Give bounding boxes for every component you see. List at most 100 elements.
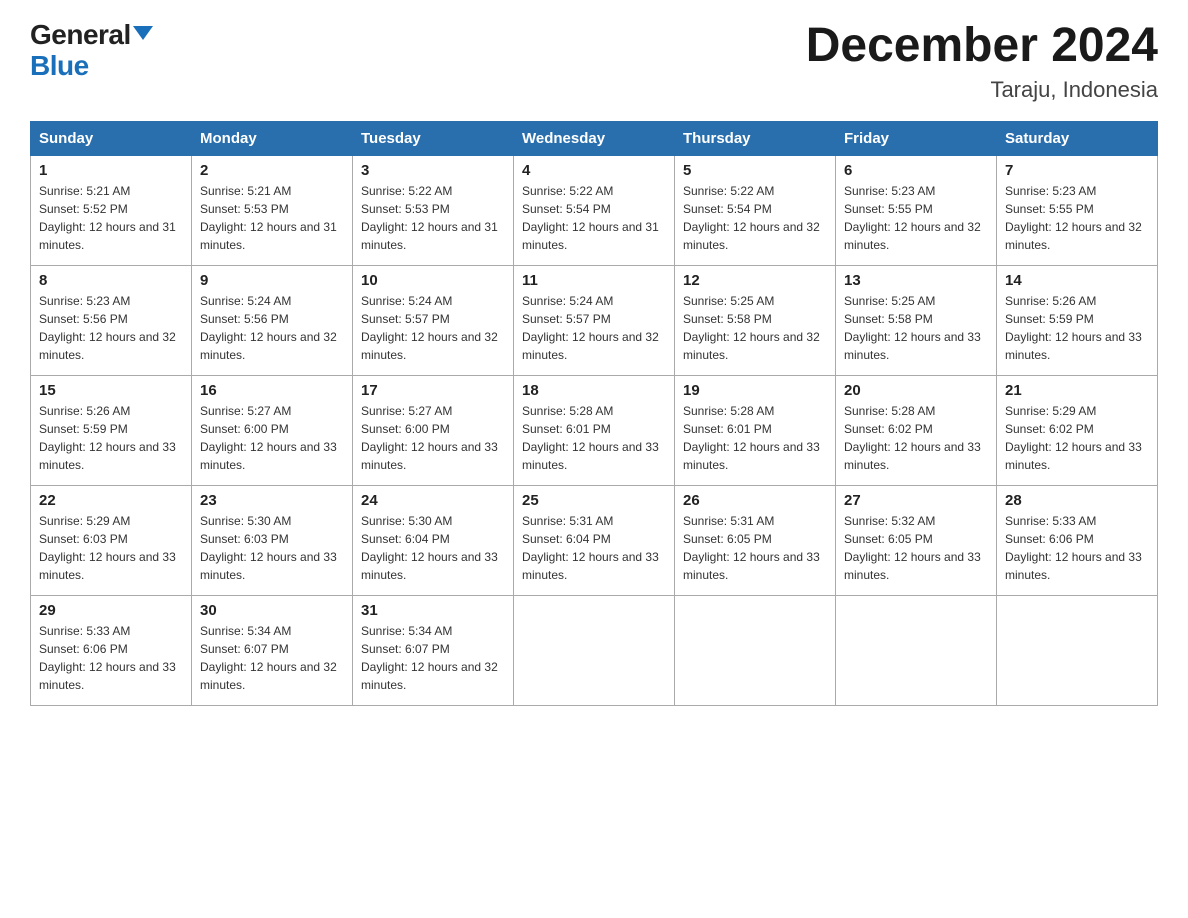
day-info: Sunrise: 5:24 AMSunset: 5:57 PMDaylight:… bbox=[522, 294, 659, 362]
day-info: Sunrise: 5:28 AMSunset: 6:01 PMDaylight:… bbox=[522, 404, 659, 472]
day-number: 18 bbox=[522, 382, 666, 399]
day-number: 2 bbox=[200, 162, 344, 179]
page-header: General Blue December 2024 Taraju, Indon… bbox=[30, 20, 1158, 103]
day-number: 1 bbox=[39, 162, 183, 179]
day-info: Sunrise: 5:27 AMSunset: 6:00 PMDaylight:… bbox=[361, 404, 498, 472]
day-cell: 7 Sunrise: 5:23 AMSunset: 5:55 PMDayligh… bbox=[997, 155, 1158, 265]
day-cell bbox=[836, 595, 997, 705]
header-saturday: Saturday bbox=[997, 121, 1158, 155]
day-info: Sunrise: 5:30 AMSunset: 6:04 PMDaylight:… bbox=[361, 514, 498, 582]
day-number: 20 bbox=[844, 382, 988, 399]
day-number: 5 bbox=[683, 162, 827, 179]
location-subtitle: Taraju, Indonesia bbox=[806, 77, 1158, 103]
day-cell: 16 Sunrise: 5:27 AMSunset: 6:00 PMDaylig… bbox=[192, 375, 353, 485]
day-cell: 12 Sunrise: 5:25 AMSunset: 5:58 PMDaylig… bbox=[675, 265, 836, 375]
day-cell: 30 Sunrise: 5:34 AMSunset: 6:07 PMDaylig… bbox=[192, 595, 353, 705]
day-info: Sunrise: 5:31 AMSunset: 6:04 PMDaylight:… bbox=[522, 514, 659, 582]
day-number: 31 bbox=[361, 602, 505, 619]
day-cell: 27 Sunrise: 5:32 AMSunset: 6:05 PMDaylig… bbox=[836, 485, 997, 595]
day-cell: 9 Sunrise: 5:24 AMSunset: 5:56 PMDayligh… bbox=[192, 265, 353, 375]
day-number: 9 bbox=[200, 272, 344, 289]
logo: General Blue bbox=[30, 20, 153, 82]
day-cell bbox=[675, 595, 836, 705]
day-info: Sunrise: 5:22 AMSunset: 5:54 PMDaylight:… bbox=[522, 184, 659, 252]
header-friday: Friday bbox=[836, 121, 997, 155]
day-number: 23 bbox=[200, 492, 344, 509]
day-cell: 31 Sunrise: 5:34 AMSunset: 6:07 PMDaylig… bbox=[353, 595, 514, 705]
week-row-3: 15 Sunrise: 5:26 AMSunset: 5:59 PMDaylig… bbox=[31, 375, 1158, 485]
day-info: Sunrise: 5:34 AMSunset: 6:07 PMDaylight:… bbox=[200, 624, 337, 692]
day-cell: 8 Sunrise: 5:23 AMSunset: 5:56 PMDayligh… bbox=[31, 265, 192, 375]
logo-general-text: General bbox=[30, 20, 131, 51]
day-number: 29 bbox=[39, 602, 183, 619]
header-tuesday: Tuesday bbox=[353, 121, 514, 155]
day-number: 17 bbox=[361, 382, 505, 399]
day-cell: 17 Sunrise: 5:27 AMSunset: 6:00 PMDaylig… bbox=[353, 375, 514, 485]
week-row-4: 22 Sunrise: 5:29 AMSunset: 6:03 PMDaylig… bbox=[31, 485, 1158, 595]
day-cell: 15 Sunrise: 5:26 AMSunset: 5:59 PMDaylig… bbox=[31, 375, 192, 485]
day-cell bbox=[514, 595, 675, 705]
day-info: Sunrise: 5:33 AMSunset: 6:06 PMDaylight:… bbox=[1005, 514, 1142, 582]
day-cell: 20 Sunrise: 5:28 AMSunset: 6:02 PMDaylig… bbox=[836, 375, 997, 485]
day-cell: 14 Sunrise: 5:26 AMSunset: 5:59 PMDaylig… bbox=[997, 265, 1158, 375]
day-cell: 19 Sunrise: 5:28 AMSunset: 6:01 PMDaylig… bbox=[675, 375, 836, 485]
day-number: 8 bbox=[39, 272, 183, 289]
day-cell: 18 Sunrise: 5:28 AMSunset: 6:01 PMDaylig… bbox=[514, 375, 675, 485]
week-row-5: 29 Sunrise: 5:33 AMSunset: 6:06 PMDaylig… bbox=[31, 595, 1158, 705]
day-info: Sunrise: 5:27 AMSunset: 6:00 PMDaylight:… bbox=[200, 404, 337, 472]
day-info: Sunrise: 5:26 AMSunset: 5:59 PMDaylight:… bbox=[39, 404, 176, 472]
day-number: 15 bbox=[39, 382, 183, 399]
day-cell: 13 Sunrise: 5:25 AMSunset: 5:58 PMDaylig… bbox=[836, 265, 997, 375]
day-info: Sunrise: 5:21 AMSunset: 5:52 PMDaylight:… bbox=[39, 184, 176, 252]
day-number: 11 bbox=[522, 272, 666, 289]
day-number: 28 bbox=[1005, 492, 1149, 509]
day-cell bbox=[997, 595, 1158, 705]
day-cell: 11 Sunrise: 5:24 AMSunset: 5:57 PMDaylig… bbox=[514, 265, 675, 375]
day-number: 27 bbox=[844, 492, 988, 509]
day-cell: 24 Sunrise: 5:30 AMSunset: 6:04 PMDaylig… bbox=[353, 485, 514, 595]
day-info: Sunrise: 5:23 AMSunset: 5:55 PMDaylight:… bbox=[1005, 184, 1142, 252]
day-number: 25 bbox=[522, 492, 666, 509]
title-section: December 2024 Taraju, Indonesia bbox=[806, 20, 1158, 103]
day-cell: 5 Sunrise: 5:22 AMSunset: 5:54 PMDayligh… bbox=[675, 155, 836, 265]
day-info: Sunrise: 5:23 AMSunset: 5:56 PMDaylight:… bbox=[39, 294, 176, 362]
day-info: Sunrise: 5:21 AMSunset: 5:53 PMDaylight:… bbox=[200, 184, 337, 252]
day-cell: 4 Sunrise: 5:22 AMSunset: 5:54 PMDayligh… bbox=[514, 155, 675, 265]
day-cell: 2 Sunrise: 5:21 AMSunset: 5:53 PMDayligh… bbox=[192, 155, 353, 265]
day-number: 12 bbox=[683, 272, 827, 289]
logo-triangle-icon bbox=[133, 26, 153, 40]
day-info: Sunrise: 5:26 AMSunset: 5:59 PMDaylight:… bbox=[1005, 294, 1142, 362]
week-row-1: 1 Sunrise: 5:21 AMSunset: 5:52 PMDayligh… bbox=[31, 155, 1158, 265]
header-wednesday: Wednesday bbox=[514, 121, 675, 155]
day-cell: 28 Sunrise: 5:33 AMSunset: 6:06 PMDaylig… bbox=[997, 485, 1158, 595]
day-cell: 25 Sunrise: 5:31 AMSunset: 6:04 PMDaylig… bbox=[514, 485, 675, 595]
day-info: Sunrise: 5:33 AMSunset: 6:06 PMDaylight:… bbox=[39, 624, 176, 692]
day-number: 30 bbox=[200, 602, 344, 619]
day-number: 3 bbox=[361, 162, 505, 179]
day-info: Sunrise: 5:31 AMSunset: 6:05 PMDaylight:… bbox=[683, 514, 820, 582]
calendar-table: SundayMondayTuesdayWednesdayThursdayFrid… bbox=[30, 121, 1158, 706]
day-cell: 21 Sunrise: 5:29 AMSunset: 6:02 PMDaylig… bbox=[997, 375, 1158, 485]
day-info: Sunrise: 5:28 AMSunset: 6:01 PMDaylight:… bbox=[683, 404, 820, 472]
day-number: 13 bbox=[844, 272, 988, 289]
logo-blue-text: Blue bbox=[30, 51, 153, 82]
day-info: Sunrise: 5:29 AMSunset: 6:03 PMDaylight:… bbox=[39, 514, 176, 582]
week-row-2: 8 Sunrise: 5:23 AMSunset: 5:56 PMDayligh… bbox=[31, 265, 1158, 375]
day-number: 4 bbox=[522, 162, 666, 179]
calendar-header-row: SundayMondayTuesdayWednesdayThursdayFrid… bbox=[31, 121, 1158, 155]
day-info: Sunrise: 5:24 AMSunset: 5:57 PMDaylight:… bbox=[361, 294, 498, 362]
day-info: Sunrise: 5:29 AMSunset: 6:02 PMDaylight:… bbox=[1005, 404, 1142, 472]
day-cell: 6 Sunrise: 5:23 AMSunset: 5:55 PMDayligh… bbox=[836, 155, 997, 265]
day-cell: 29 Sunrise: 5:33 AMSunset: 6:06 PMDaylig… bbox=[31, 595, 192, 705]
day-info: Sunrise: 5:25 AMSunset: 5:58 PMDaylight:… bbox=[844, 294, 981, 362]
header-thursday: Thursday bbox=[675, 121, 836, 155]
day-number: 24 bbox=[361, 492, 505, 509]
day-info: Sunrise: 5:25 AMSunset: 5:58 PMDaylight:… bbox=[683, 294, 820, 362]
day-cell: 10 Sunrise: 5:24 AMSunset: 5:57 PMDaylig… bbox=[353, 265, 514, 375]
day-number: 21 bbox=[1005, 382, 1149, 399]
header-sunday: Sunday bbox=[31, 121, 192, 155]
day-info: Sunrise: 5:32 AMSunset: 6:05 PMDaylight:… bbox=[844, 514, 981, 582]
day-cell: 3 Sunrise: 5:22 AMSunset: 5:53 PMDayligh… bbox=[353, 155, 514, 265]
day-number: 26 bbox=[683, 492, 827, 509]
day-cell: 22 Sunrise: 5:29 AMSunset: 6:03 PMDaylig… bbox=[31, 485, 192, 595]
